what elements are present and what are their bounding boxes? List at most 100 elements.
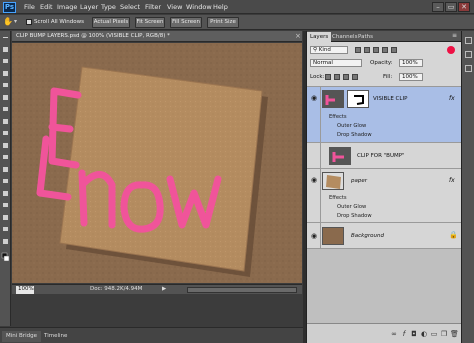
opacity-label: Opacity: bbox=[370, 60, 393, 66]
panel-tabs: Layers Channels Paths ≡ bbox=[307, 31, 462, 42]
lock-label: Lock: bbox=[310, 74, 325, 80]
visibility-off-icon[interactable] bbox=[309, 151, 319, 161]
shape-filter-icon[interactable] bbox=[382, 47, 388, 53]
actual-pixels-button[interactable]: Actual Pixels bbox=[92, 17, 130, 28]
menu-select[interactable]: Select bbox=[120, 3, 140, 11]
tab-timeline[interactable]: Timeline bbox=[40, 331, 71, 342]
document-info: Doc: 948.2K/4.94M bbox=[90, 286, 143, 292]
tab-layers[interactable]: Layers bbox=[307, 32, 332, 42]
menu-bar: Ps File Edit Image Layer Type Select Fil… bbox=[0, 0, 474, 14]
delete-layer-icon[interactable]: 🗑 bbox=[450, 331, 459, 338]
status-menu-icon[interactable]: ▶ bbox=[162, 285, 166, 294]
fill-screen-button[interactable]: Fill Screen bbox=[170, 17, 202, 28]
maximize-button[interactable]: ▭ bbox=[445, 2, 457, 12]
layers-list: ◉ VISIBLE CLIP fx Effects Outer Glow Dro… bbox=[307, 87, 462, 323]
layers-panel-footer: ∞ f ◘ ◐ ▭ ❐ 🗑 bbox=[307, 323, 462, 343]
print-size-button[interactable]: Print Size bbox=[207, 17, 239, 28]
fill-field[interactable]: 100% bbox=[399, 73, 423, 81]
layer-mask-thumbnail bbox=[347, 90, 369, 108]
hand-tool-icon[interactable]: ✋ bbox=[3, 17, 13, 27]
status-bar: 100% Doc: 948.2K/4.94M ▶ bbox=[12, 284, 302, 294]
tool-preset-arrow-icon[interactable]: ▾ bbox=[14, 17, 19, 27]
type-filter-icon[interactable] bbox=[373, 47, 379, 53]
effect-outer-glow[interactable]: Outer Glow bbox=[337, 123, 366, 129]
panel-icon[interactable] bbox=[465, 51, 472, 58]
panel-icon[interactable] bbox=[465, 65, 472, 72]
layer-name[interactable]: Background bbox=[351, 233, 384, 239]
scroll-all-windows-label: Scroll All Windows bbox=[34, 19, 84, 25]
visibility-eye-icon[interactable]: ◉ bbox=[309, 231, 319, 241]
close-document-icon[interactable]: × bbox=[295, 31, 302, 42]
adjustment-filter-icon[interactable] bbox=[364, 47, 370, 53]
add-style-icon[interactable]: f bbox=[400, 331, 408, 338]
tool-icons[interactable] bbox=[0, 31, 11, 326]
fill-label: Fill: bbox=[383, 74, 393, 80]
zoom-field[interactable]: 100% bbox=[16, 286, 34, 294]
document-tab[interactable]: CLIP BUMP LAYERS.psd @ 100% (VISIBLE CLI… bbox=[12, 31, 302, 42]
lock-icon: 🔒 bbox=[449, 231, 458, 239]
collapsed-panels-strip bbox=[461, 31, 474, 343]
layer-row-clip-for-bump[interactable]: CLIP FOR "BUMP" bbox=[307, 143, 462, 169]
horizontal-scrollbar[interactable] bbox=[187, 287, 297, 293]
blend-mode-select[interactable]: Normal bbox=[310, 59, 362, 67]
lock-transparent-icon[interactable] bbox=[325, 74, 331, 80]
panel-menu-icon[interactable]: ≡ bbox=[452, 32, 457, 39]
workspace-background bbox=[12, 295, 302, 326]
bottom-panel-bar: Mini Bridge Timeline bbox=[0, 327, 305, 343]
minimize-button[interactable]: – bbox=[432, 2, 444, 12]
layer-name[interactable]: VISIBLE CLIP bbox=[373, 96, 407, 102]
filter-toggle-icon[interactable] bbox=[447, 46, 455, 54]
pixel-filter-icon[interactable] bbox=[355, 47, 361, 53]
layer-row-background[interactable]: ◉ Background 🔒 bbox=[307, 223, 462, 249]
new-group-icon[interactable]: ▭ bbox=[430, 331, 438, 338]
tools-panel bbox=[0, 31, 11, 326]
visibility-eye-icon[interactable]: ◉ bbox=[309, 175, 319, 185]
menu-window[interactable]: Window bbox=[186, 3, 212, 11]
layer-thumbnail bbox=[322, 227, 344, 245]
document-canvas[interactable] bbox=[12, 43, 302, 283]
scroll-all-windows-checkbox[interactable] bbox=[26, 19, 32, 25]
fit-screen-button[interactable]: Fit Screen bbox=[135, 17, 165, 28]
lock-position-icon[interactable] bbox=[343, 74, 349, 80]
lock-image-icon[interactable] bbox=[334, 74, 340, 80]
menu-filter[interactable]: Filter bbox=[145, 3, 161, 11]
filter-kind-select[interactable]: ⚲ Kind bbox=[310, 46, 348, 54]
tab-mini-bridge[interactable]: Mini Bridge bbox=[2, 331, 41, 342]
link-layers-icon[interactable]: ∞ bbox=[390, 331, 398, 338]
menu-layer[interactable]: Layer bbox=[80, 3, 98, 11]
menu-type[interactable]: Type bbox=[101, 3, 116, 11]
effects-label[interactable]: Effects bbox=[329, 195, 347, 201]
add-mask-icon[interactable]: ◘ bbox=[410, 331, 418, 338]
layer-name[interactable]: CLIP FOR "BUMP" bbox=[357, 153, 405, 159]
effects-label[interactable]: Effects bbox=[329, 114, 347, 120]
adjustment-layer-icon[interactable]: ◐ bbox=[420, 331, 428, 338]
layer-thumbnail bbox=[322, 90, 344, 108]
canvas-artwork bbox=[12, 43, 302, 283]
menu-edit[interactable]: Edit bbox=[40, 3, 53, 11]
effect-drop-shadow[interactable]: Drop Shadow bbox=[337, 132, 372, 138]
layer-name[interactable]: paper bbox=[351, 178, 367, 184]
lock-all-icon[interactable] bbox=[352, 74, 358, 80]
layer-thumbnail bbox=[329, 147, 351, 165]
photoshop-logo: Ps bbox=[3, 2, 16, 13]
panel-icon[interactable] bbox=[465, 37, 472, 44]
menu-file[interactable]: File bbox=[24, 3, 35, 11]
options-bar: ✋ ▾ Scroll All Windows Actual Pixels Fit… bbox=[0, 15, 474, 30]
opacity-field[interactable]: 100% bbox=[399, 59, 423, 67]
layer-row-paper[interactable]: ◉ paper fx Effects Outer Glow Drop Shado… bbox=[307, 169, 462, 223]
layer-effects-icon[interactable]: fx bbox=[449, 177, 455, 184]
effect-outer-glow[interactable]: Outer Glow bbox=[337, 204, 366, 210]
filter-kind-label: Kind bbox=[318, 47, 331, 53]
paper-square bbox=[59, 66, 263, 272]
layer-effects-icon[interactable]: fx bbox=[449, 95, 455, 102]
tab-paths[interactable]: Paths bbox=[355, 32, 376, 42]
layer-row-visible-clip[interactable]: ◉ VISIBLE CLIP fx Effects Outer Glow Dro… bbox=[307, 87, 462, 143]
menu-view[interactable]: View bbox=[167, 3, 182, 11]
new-layer-icon[interactable]: ❐ bbox=[440, 331, 448, 338]
smart-object-filter-icon[interactable] bbox=[391, 47, 397, 53]
menu-help[interactable]: Help bbox=[213, 3, 228, 11]
close-button[interactable]: ✕ bbox=[458, 2, 470, 12]
menu-image[interactable]: Image bbox=[57, 3, 77, 11]
visibility-eye-icon[interactable]: ◉ bbox=[309, 93, 319, 103]
effect-drop-shadow[interactable]: Drop Shadow bbox=[337, 213, 372, 219]
